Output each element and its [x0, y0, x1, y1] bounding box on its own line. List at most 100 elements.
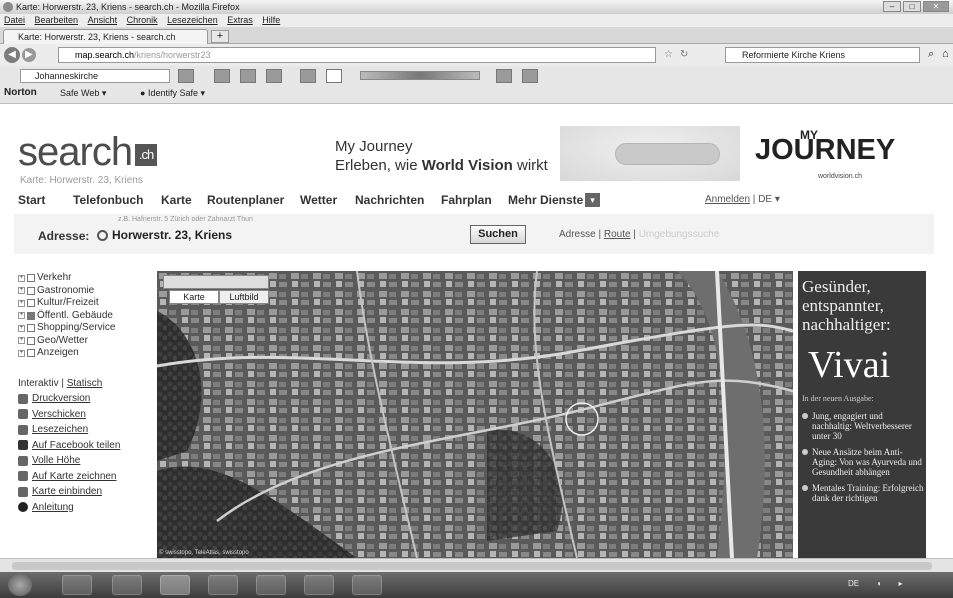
- layer-item[interactable]: + Öffentl. Gebäude: [18, 310, 115, 323]
- language-select[interactable]: DE: [758, 194, 772, 205]
- expand-icon[interactable]: +: [18, 274, 25, 282]
- close-button[interactable]: ✕: [923, 1, 949, 12]
- expand-icon[interactable]: +: [18, 324, 25, 332]
- toolbar-slider[interactable]: [360, 71, 480, 80]
- tool-help[interactable]: Anleitung: [18, 500, 120, 516]
- nav-karte[interactable]: Karte: [161, 193, 192, 207]
- mode-route[interactable]: Route: [604, 229, 631, 240]
- layer-item[interactable]: + Geo/Wetter: [18, 335, 115, 348]
- back-button[interactable]: ◀: [4, 47, 20, 63]
- menu-hilfe[interactable]: Hilfe: [262, 15, 280, 25]
- aerial-map[interactable]: Karte Luftbild © swisstopo, TeleAtlas, s…: [157, 271, 793, 558]
- toolbar-icon-4[interactable]: [266, 69, 282, 83]
- browser-tab[interactable]: Karte: Horwerstr. 23, Kriens - search.ch: [3, 29, 208, 44]
- menu-ansicht[interactable]: Ansicht: [88, 15, 118, 25]
- url-bar[interactable]: map.search.ch/kriens/horwerstr23: [58, 47, 656, 63]
- firefox-taskbar-icon[interactable]: [160, 575, 190, 595]
- banner-text[interactable]: My Journey Erleben, wie World Vision wir…: [335, 137, 548, 175]
- reload-icon[interactable]: ↻: [680, 49, 688, 60]
- forward-button[interactable]: ▶: [22, 48, 36, 62]
- tool-bookmark[interactable]: Lesezeichen: [18, 422, 120, 438]
- maximize-button[interactable]: □: [903, 1, 921, 12]
- expand-icon[interactable]: +: [18, 299, 25, 307]
- more-services-dropdown-icon[interactable]: ▾: [585, 193, 600, 207]
- tool-send[interactable]: Verschicken: [18, 407, 120, 423]
- document-taskbar-icon[interactable]: [304, 575, 334, 595]
- layer-item[interactable]: + Shopping/Service: [18, 322, 115, 335]
- flag-icon[interactable]: ▸: [898, 579, 902, 588]
- tab-luftbild[interactable]: Luftbild: [219, 290, 269, 304]
- layer-item[interactable]: + Verkehr: [18, 272, 115, 285]
- layer-checkbox[interactable]: [27, 274, 35, 283]
- menu-datei[interactable]: Datei: [4, 15, 25, 25]
- banner-button[interactable]: [615, 143, 720, 165]
- media-player-taskbar-icon[interactable]: [112, 575, 142, 595]
- chart-taskbar-icon[interactable]: [352, 575, 382, 595]
- identity-safe-button[interactable]: ● Identify Safe ▾: [140, 88, 205, 99]
- login-link[interactable]: Anmelden: [705, 194, 750, 205]
- tool-full-height[interactable]: Volle Höhe: [18, 453, 120, 469]
- tool-print[interactable]: Druckversion: [18, 391, 120, 407]
- nav-nachrichten[interactable]: Nachrichten: [355, 193, 424, 207]
- mode-adresse[interactable]: Adresse: [559, 229, 596, 240]
- nav-mehr-dienste[interactable]: Mehr Dienste: [508, 193, 583, 207]
- layer-item[interactable]: + Gastronomie: [18, 285, 115, 298]
- network-icon[interactable]: ◐: [877, 579, 882, 588]
- toolbar-icon-2[interactable]: [214, 69, 230, 83]
- explorer-taskbar-icon[interactable]: [62, 575, 92, 595]
- home-icon[interactable]: ⌂: [942, 48, 949, 60]
- layer-checkbox[interactable]: [27, 286, 35, 295]
- new-tab-button[interactable]: +: [211, 30, 229, 43]
- layer-checkbox[interactable]: [27, 349, 35, 358]
- tool-facebook[interactable]: Auf Facebook teilen: [18, 438, 120, 454]
- toolbar-icon-1[interactable]: [178, 69, 194, 83]
- tool-embed[interactable]: Karte einbinden: [18, 484, 120, 500]
- layer-item[interactable]: + Kultur/Freizeit: [18, 297, 115, 310]
- menu-lesezeichen[interactable]: Lesezeichen: [167, 15, 218, 25]
- toolbar-icon-7[interactable]: [522, 69, 538, 83]
- journey-logo[interactable]: JOURNEY: [755, 134, 895, 167]
- layer-checkbox[interactable]: [27, 299, 35, 308]
- nav-telefonbuch[interactable]: Telefonbuch: [73, 193, 143, 207]
- start-button[interactable]: [8, 574, 32, 596]
- layer-checkbox-checked[interactable]: [27, 311, 35, 320]
- safe-web-button[interactable]: Safe Web ▾: [60, 88, 106, 99]
- expand-icon[interactable]: +: [18, 287, 25, 295]
- layer-checkbox[interactable]: [27, 324, 35, 333]
- mode-interactive[interactable]: Interaktiv: [18, 378, 59, 389]
- scrollbar-thumb[interactable]: [12, 562, 932, 570]
- nav-start[interactable]: Start: [18, 193, 45, 207]
- vivai-advertisement[interactable]: Gesünder, entspannter, nachhaltiger: Viv…: [798, 271, 926, 558]
- folder-taskbar-icon[interactable]: [256, 575, 286, 595]
- minimize-button[interactable]: –: [883, 1, 901, 12]
- menu-chronik[interactable]: Chronik: [127, 15, 158, 25]
- toolbar-icon-3[interactable]: [240, 69, 256, 83]
- expand-icon[interactable]: +: [18, 337, 25, 345]
- toolbar-icon-6[interactable]: [496, 69, 512, 83]
- address-input[interactable]: Horwerstr. 23, Kriens: [96, 226, 466, 244]
- menu-bearbeiten[interactable]: Bearbeiten: [35, 15, 79, 25]
- nav-wetter[interactable]: Wetter: [300, 193, 337, 207]
- mode-umgebung[interactable]: Umgebungssuche: [639, 229, 720, 240]
- mode-static[interactable]: Statisch: [67, 378, 103, 389]
- browser-search-input[interactable]: Reformierte Kirche Kriens: [725, 47, 920, 63]
- bookmark-star-icon[interactable]: ☆: [664, 49, 673, 60]
- expand-icon[interactable]: +: [18, 312, 25, 320]
- toolbar-search-input[interactable]: Johanneskirche: [20, 69, 170, 83]
- language-indicator[interactable]: DE: [848, 579, 859, 588]
- search-button[interactable]: Suchen: [470, 225, 526, 244]
- search-ch-logo[interactable]: search .ch: [18, 130, 158, 175]
- search-icon[interactable]: ⌕: [928, 48, 934, 61]
- nav-routenplaner[interactable]: Routenplaner: [207, 193, 284, 207]
- expand-icon[interactable]: +: [18, 349, 25, 357]
- layer-item[interactable]: + Anzeigen: [18, 347, 115, 360]
- hp-taskbar-icon[interactable]: [208, 575, 238, 595]
- menu-extras[interactable]: Extras: [227, 15, 253, 25]
- layer-checkbox[interactable]: [27, 336, 35, 345]
- toolbar-icon-5[interactable]: [300, 69, 316, 83]
- horizontal-scrollbar[interactable]: [0, 558, 953, 572]
- toolbar-star-icon[interactable]: [326, 69, 342, 83]
- map-zoom-control[interactable]: [163, 275, 269, 289]
- tab-karte[interactable]: Karte: [169, 290, 219, 304]
- nav-fahrplan[interactable]: Fahrplan: [441, 193, 492, 207]
